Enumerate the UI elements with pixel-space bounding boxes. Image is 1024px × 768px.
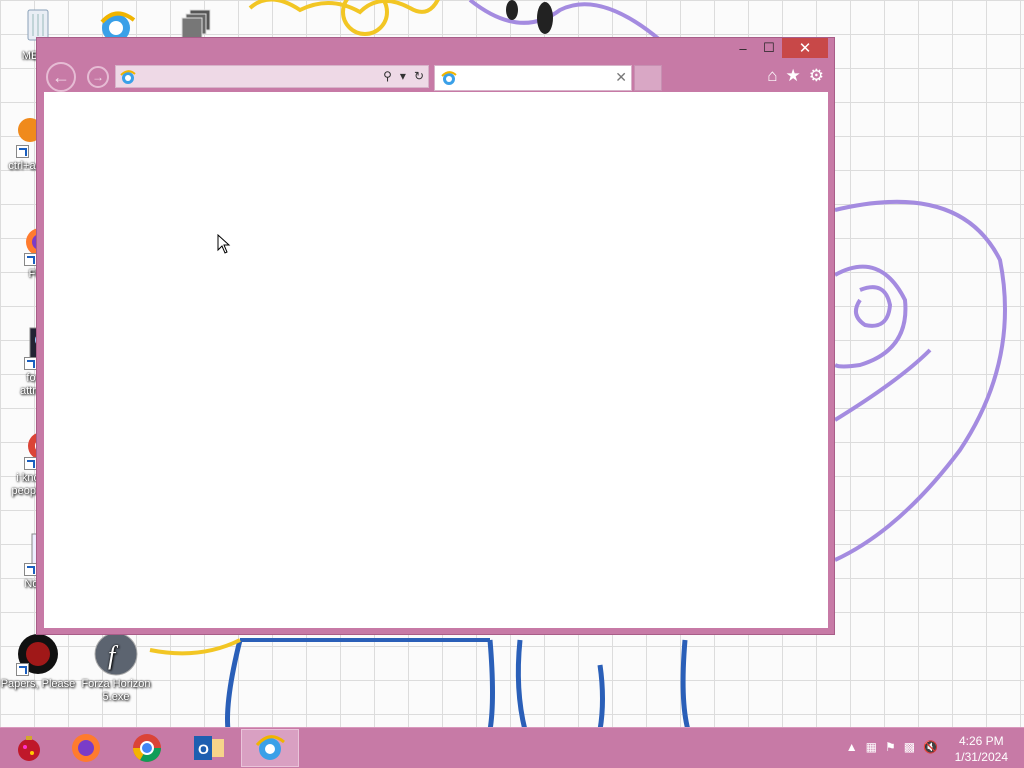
forward-button[interactable]: →	[87, 66, 109, 88]
desktop-icon-forza[interactable]: f Forza Horizon 5.exe	[78, 632, 154, 704]
taskbar-outlook[interactable]: O	[180, 729, 238, 767]
internet-explorer-icon	[255, 735, 285, 760]
clock-time: 4:26 PM	[958, 734, 1004, 748]
start-button[interactable]	[0, 729, 58, 767]
network-status-icon[interactable]: ▩	[904, 740, 915, 754]
mouse-cursor-icon	[217, 234, 231, 254]
chrome-icon	[133, 734, 161, 762]
ie-tab-icon	[441, 71, 457, 85]
taskbar-chrome[interactable]	[118, 729, 176, 767]
address-bar[interactable]: ⚲ ▾ ↻	[115, 65, 429, 88]
new-tab-button[interactable]	[634, 65, 662, 91]
taskbar: O ▲ ▦ ⚑ ▩ 🔇 4:26 PM 1/31/2024	[0, 727, 1024, 768]
window-controls: – ☐ ✕	[730, 38, 828, 58]
back-button[interactable]: ←	[46, 62, 76, 92]
shortcut-arrow-icon	[16, 663, 29, 676]
clock[interactable]: 4:26 PM 1/31/2024	[955, 733, 1008, 765]
close-button[interactable]: ✕	[782, 38, 828, 58]
refresh-icon[interactable]: ↻	[414, 69, 424, 83]
favorites-star-icon[interactable]: ★	[786, 66, 801, 86]
system-tray: ▲ ▦ ⚑ ▩ 🔇	[846, 740, 938, 754]
tab-current[interactable]: ✕	[434, 65, 632, 91]
action-center-flag-icon[interactable]: ⚑	[885, 740, 896, 754]
christmas-ornament-icon	[18, 736, 40, 761]
minimize-button[interactable]: –	[730, 38, 756, 58]
search-icon[interactable]: ⚲	[383, 69, 392, 83]
svg-text:O: O	[198, 741, 209, 757]
firefox-icon	[72, 734, 100, 762]
settings-gear-icon[interactable]: ⚙	[809, 66, 824, 86]
shortcut-arrow-icon	[16, 145, 29, 158]
address-tools: ⚲ ▾ ↻	[383, 69, 424, 83]
close-tab-icon[interactable]: ✕	[615, 69, 627, 86]
arrow-right-icon: →	[92, 70, 104, 84]
outlook-icon: O	[194, 736, 224, 760]
taskbar-firefox[interactable]	[57, 729, 115, 767]
arrow-left-icon: ←	[52, 66, 70, 87]
flash-icon: f	[94, 632, 138, 676]
desktop-icon-papers-please[interactable]: Papers, Please	[0, 632, 76, 691]
dropdown-arrow-icon[interactable]: ▾	[400, 69, 406, 83]
ie-page-icon	[120, 70, 136, 84]
show-hidden-icons-icon[interactable]: ▲	[846, 740, 858, 754]
address-input[interactable]	[140, 68, 374, 86]
papers-please-icon	[16, 632, 60, 676]
volume-muted-icon[interactable]: 🔇	[923, 740, 938, 754]
browser-window[interactable]: – ☐ ✕ ← → ⚲ ▾ ↻ ✕ ⌂ ★ ⚙	[36, 37, 835, 635]
home-icon[interactable]: ⌂	[767, 66, 777, 86]
taskbar-internet-explorer[interactable]	[241, 729, 299, 767]
network-icon[interactable]: ▦	[866, 740, 877, 754]
clock-date: 1/31/2024	[954, 750, 1008, 764]
maximize-button[interactable]: ☐	[756, 38, 782, 58]
page-content[interactable]	[44, 92, 828, 628]
browser-tools: ⌂ ★ ⚙	[767, 66, 824, 86]
